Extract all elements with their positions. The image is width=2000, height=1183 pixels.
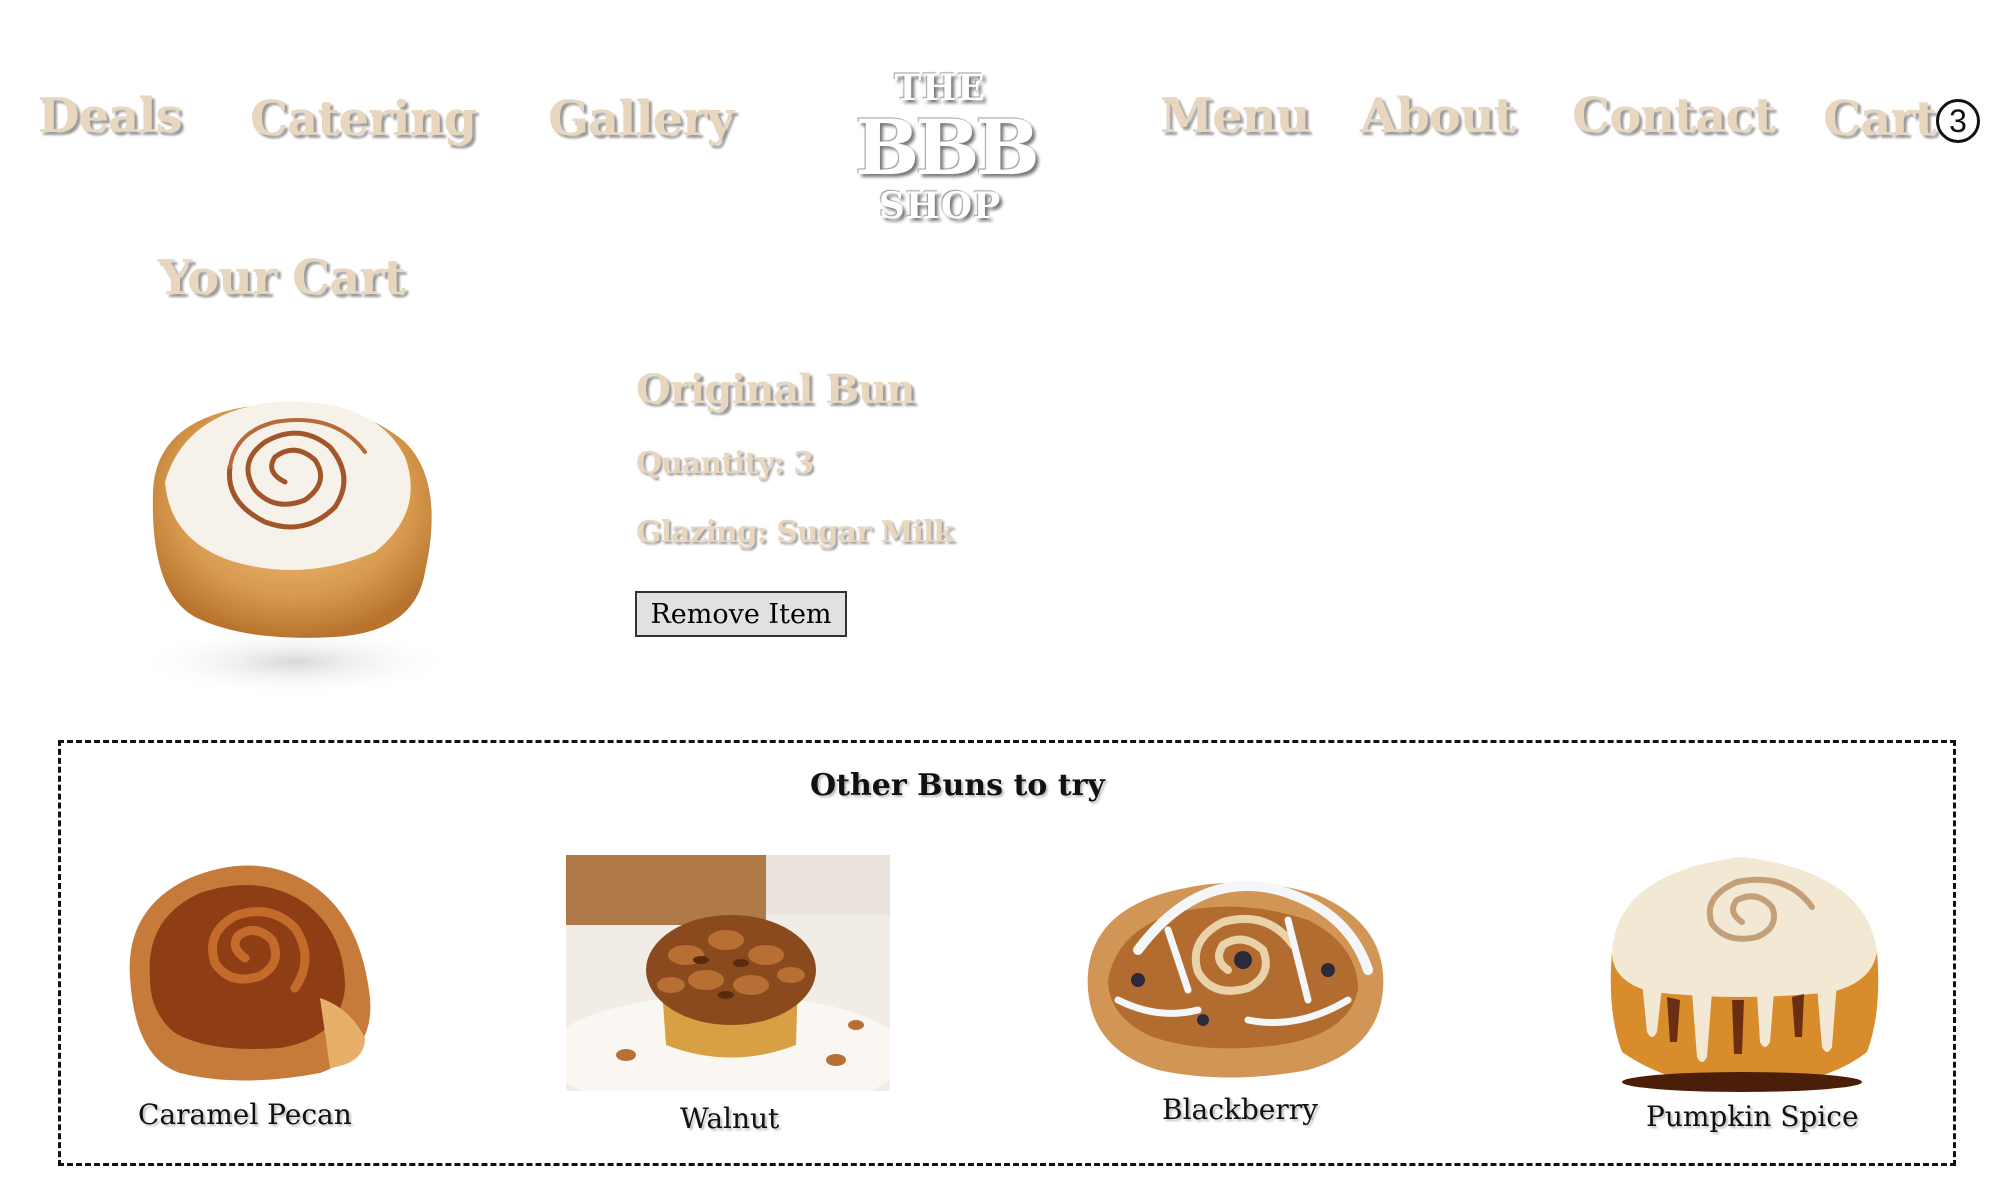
nav-link-gallery[interactable]: Gallery: [548, 91, 734, 147]
bun-pumpkin-spice[interactable]: [1592, 832, 1892, 1094]
walnut-bun-icon: [566, 855, 890, 1091]
original-bun-icon: [135, 401, 455, 697]
nav-link-about[interactable]: About: [1360, 88, 1516, 144]
logo-middle-text: BBB: [855, 103, 1040, 192]
bun-walnut[interactable]: [566, 855, 890, 1091]
nav-link-contact[interactable]: Contact: [1572, 88, 1776, 144]
remove-item-button[interactable]: Remove Item: [635, 591, 847, 637]
cart-item-image: [125, 362, 460, 702]
cart-item-quantity: Quantity: 3: [636, 446, 814, 481]
page-title: Your Cart: [158, 250, 406, 306]
other-buns-title: Other Buns to try: [810, 768, 1105, 803]
logo-bottom-text: SHOP: [878, 185, 1002, 227]
site-logo[interactable]: THE BBB SHOP: [855, 67, 1040, 227]
pumpkin-spice-bun-icon: [1610, 857, 1879, 1092]
nav-link-deals[interactable]: Deals: [38, 88, 183, 144]
cart-item-name: Original Bun: [636, 366, 915, 413]
cart-item-glazing: Glazing: Sugar Milk: [636, 515, 954, 550]
blackberry-bun-icon: [1087, 881, 1384, 1078]
logo-top-text: THE: [894, 67, 986, 109]
caramel-pecan-bun-icon: [129, 865, 371, 1081]
nav-link-catering[interactable]: Catering: [250, 91, 477, 147]
bun-caramel-pecan[interactable]: [120, 848, 380, 1088]
bun-label-caramel-pecan: Caramel Pecan: [138, 1098, 352, 1131]
bun-label-pumpkin-spice: Pumpkin Spice: [1646, 1100, 1859, 1133]
nav-link-menu[interactable]: Menu: [1160, 88, 1310, 144]
bun-label-walnut: Walnut: [680, 1102, 780, 1135]
cart-count-badge[interactable]: 3: [1936, 99, 1980, 143]
bun-label-blackberry: Blackberry: [1162, 1093, 1318, 1126]
page: Deals Catering Gallery THE BBB SHOP Menu…: [0, 0, 2000, 1183]
bun-blackberry[interactable]: [1078, 850, 1394, 1082]
nav-link-cart[interactable]: Cart: [1823, 91, 1937, 147]
